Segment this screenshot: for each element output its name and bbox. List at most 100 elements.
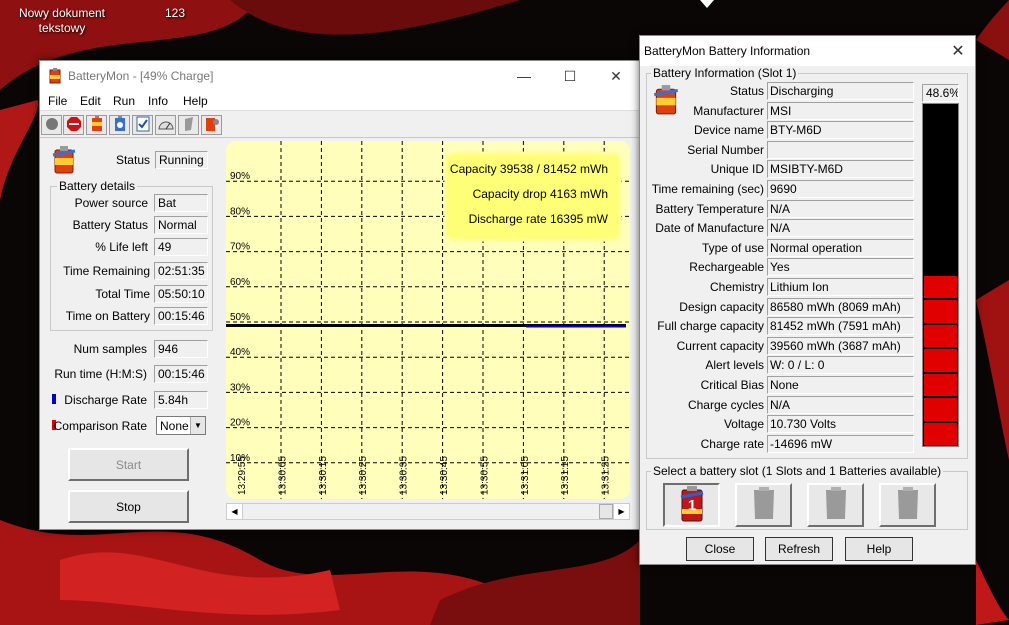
help-button[interactable]: Help — [845, 537, 913, 561]
toolbar — [40, 112, 639, 138]
battery-slot-1-button[interactable]: 1 — [663, 483, 720, 527]
charge-percent-field: 48.6% — [922, 84, 959, 102]
x-tick-label: 13:31:15 — [560, 456, 571, 495]
y-tick-label: 60% — [230, 277, 250, 288]
x-tick-label: 13:31:25 — [601, 456, 612, 495]
menu-file[interactable]: File — [48, 94, 67, 108]
empty-battery-slot-icon — [895, 485, 921, 526]
y-tick-label: 70% — [230, 242, 250, 253]
charge-cycles-label: Charge cycles — [687, 397, 764, 412]
battery-slot-1-icon: 1 — [679, 485, 705, 526]
y-tick-label: 80% — [230, 206, 250, 217]
desktop-icon-label-line1: Nowy dokument — [18, 6, 106, 20]
num-samples-label: Num samples — [73, 342, 147, 356]
stop-button[interactable]: Stop — [68, 490, 189, 523]
desktop-counter: 123 — [165, 6, 186, 20]
info-titlebar[interactable]: BatteryMon Battery Information ✕ — [640, 36, 975, 66]
flag-icon — [182, 116, 196, 135]
info-window-title: BatteryMon Battery Information — [644, 44, 811, 58]
comparison-rate-value: None — [160, 419, 189, 433]
scroll-right-arrow-icon[interactable]: ▶ — [613, 504, 629, 519]
type-of-use-label: Type of use — [701, 240, 764, 255]
y-tick-label: 40% — [230, 347, 250, 358]
battery-icon — [90, 115, 104, 135]
battery-settings-icon — [204, 116, 220, 135]
battery-info-group-title: Battery Information (Slot 1) — [651, 66, 799, 80]
comparison-rate-select[interactable]: None ▼ — [156, 416, 206, 435]
power-source-field: Bat — [154, 194, 208, 212]
battery-slot-4-button[interactable] — [879, 483, 936, 527]
status-label: Status — [729, 84, 764, 98]
type-of-use-value: Normal operation — [767, 238, 914, 257]
battery-settings-toolbar-button[interactable] — [201, 115, 222, 135]
battery-info-window: BatteryMon Battery Information ✕ Battery… — [639, 35, 976, 565]
battery-status-icon — [49, 145, 79, 178]
charge-meter-segment — [924, 398, 957, 421]
chemistry-value: Lithium Ion — [767, 278, 914, 296]
flag-toolbar-button[interactable] — [178, 115, 199, 135]
info-toolbar-button[interactable] — [109, 115, 130, 135]
menu-edit[interactable]: Edit — [80, 94, 101, 108]
maximize-button[interactable]: ☐ — [547, 61, 593, 91]
start-button[interactable]: Start — [68, 448, 189, 481]
x-tick-label: 13:30:55 — [479, 456, 490, 495]
y-tick-label: 30% — [230, 382, 250, 393]
desktop-icon-label[interactable]: Nowy dokument tekstowy — [10, 6, 114, 36]
serial-number-label: Serial Number — [687, 142, 764, 157]
menu-run[interactable]: Run — [113, 94, 135, 108]
battery-status-field: Normal — [154, 216, 208, 234]
num-samples-field: 946 — [154, 340, 208, 358]
x-tick-label: 13:30:25 — [358, 456, 369, 495]
battery-slot-2-button[interactable] — [735, 483, 792, 527]
discharge-rate-field: 5.84h — [154, 391, 208, 409]
x-tick-label: 13:31:05 — [520, 456, 531, 495]
record-button[interactable] — [41, 115, 62, 135]
dropdown-arrow-icon: ▼ — [190, 417, 205, 434]
charge-meter — [922, 103, 959, 447]
scroll-thumb[interactable] — [599, 504, 613, 519]
battery-slot-1-number: 1 — [687, 497, 695, 514]
life-left-label: % Life left — [95, 240, 148, 254]
chemistry-label: Chemistry — [709, 280, 764, 294]
x-tick-label: 13:30:15 — [318, 456, 329, 495]
scroll-left-arrow-icon[interactable]: ◀ — [227, 504, 243, 519]
battery-status-label: Battery Status — [72, 218, 148, 232]
x-tick-label: 13:30:45 — [439, 456, 450, 495]
charge-rate-value: -14696 mW — [767, 434, 914, 453]
date-of-manufacture-value: N/A — [767, 219, 914, 238]
capacity-drop-text: Capacity drop 4163 mWh — [473, 187, 608, 201]
unique-id-value: MSIBTY-M6D — [767, 160, 914, 179]
comparison-rate-label: Comparison Rate — [53, 419, 147, 433]
time-on-battery-label: Time on Battery — [65, 309, 150, 323]
stop-toolbar-button[interactable] — [63, 115, 84, 135]
checklist-toolbar-button[interactable] — [132, 115, 153, 135]
battery-toolbar-button[interactable] — [86, 115, 107, 135]
manufacturer-label: Manufacturer — [693, 103, 764, 118]
main-titlebar[interactable]: BatteryMon - [49% Charge] — ☐ ✕ — [40, 61, 639, 91]
voltage-value: 10.730 Volts — [767, 415, 914, 434]
app-icon — [48, 68, 62, 84]
gauge-toolbar-button[interactable] — [155, 115, 176, 135]
charge-cycles-value: N/A — [767, 395, 914, 414]
y-tick-label: 50% — [230, 312, 250, 323]
menu-info[interactable]: Info — [148, 94, 168, 108]
alert-levels-label: Alert levels — [705, 358, 764, 373]
device-name-label: Device name — [693, 123, 764, 138]
current-capacity-value: 39560 mWh (3687 mAh) — [767, 336, 914, 355]
battery-details-title: Battery details — [57, 179, 138, 193]
graph-scrollbar[interactable]: ◀ ▶ — [226, 503, 630, 520]
capacity-text: Capacity 39538 / 81452 mWh — [450, 162, 608, 176]
info-close-button[interactable]: ✕ — [941, 36, 975, 66]
charge-meter-segment — [924, 349, 957, 372]
refresh-button[interactable]: Refresh — [765, 537, 833, 561]
charge-meter-segment — [924, 373, 957, 397]
menu-help[interactable]: Help — [183, 94, 208, 108]
power-source-label: Power source — [74, 196, 148, 210]
charge-meter-segment — [924, 276, 957, 299]
total-time-field: 05:50:10 — [154, 285, 208, 303]
close-button[interactable]: ✕ — [593, 61, 639, 91]
minimize-button[interactable]: — — [501, 61, 547, 91]
battery-slot-3-button[interactable] — [807, 483, 864, 527]
close-dialog-button[interactable]: Close — [686, 537, 754, 561]
battery-temperature-label: Battery Temperature — [655, 201, 765, 216]
